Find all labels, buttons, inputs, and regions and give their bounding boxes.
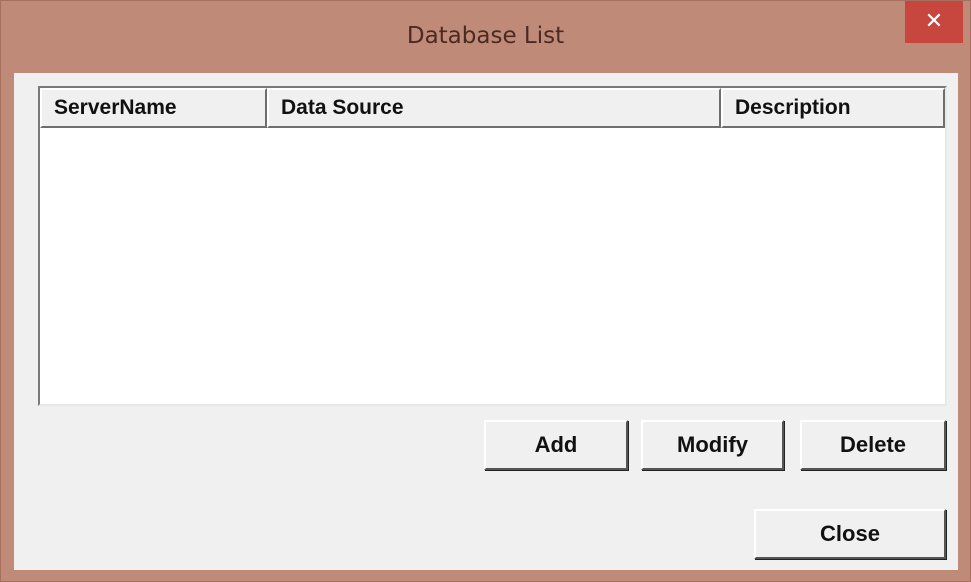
column-header-servername[interactable]: ServerName bbox=[40, 88, 267, 128]
window-title: Database List bbox=[406, 23, 565, 49]
list-body[interactable] bbox=[40, 128, 945, 404]
database-list-window: Database List ✕ ServerName Data Source D… bbox=[0, 0, 971, 582]
dialog-client-area: ServerName Data Source Description Add M… bbox=[14, 73, 958, 570]
delete-button[interactable]: Delete bbox=[800, 420, 946, 470]
column-header-data-source[interactable]: Data Source bbox=[267, 88, 721, 128]
close-icon[interactable]: ✕ bbox=[905, 1, 963, 43]
list-header: ServerName Data Source Description bbox=[40, 88, 945, 128]
close-button[interactable]: Close bbox=[754, 509, 946, 559]
title-bar[interactable]: Database List ✕ bbox=[1, 1, 970, 73]
modify-button[interactable]: Modify bbox=[641, 420, 784, 470]
database-list-view[interactable]: ServerName Data Source Description bbox=[38, 86, 947, 406]
column-header-description[interactable]: Description bbox=[721, 88, 945, 128]
add-button[interactable]: Add bbox=[484, 420, 628, 470]
